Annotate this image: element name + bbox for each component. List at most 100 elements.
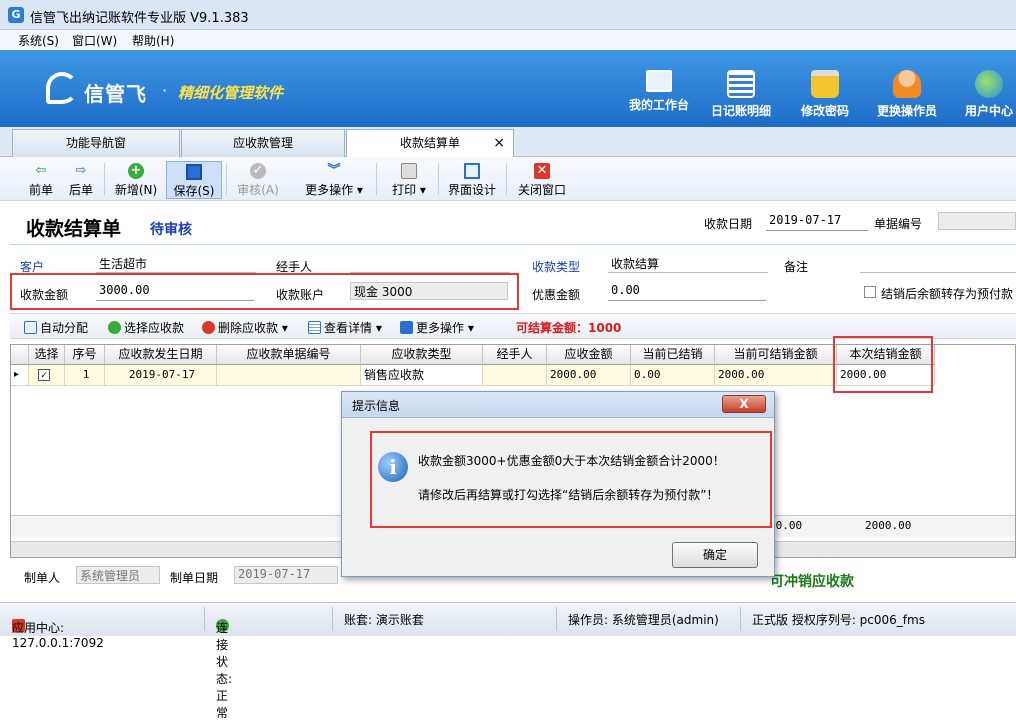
user-center-button[interactable]: 用户中心 [962, 70, 1016, 122]
plus-icon: + [128, 163, 144, 179]
table-cell: 销售应收款 [361, 365, 483, 386]
table-row-checkbox[interactable]: ✓ [29, 365, 65, 386]
view-detail-button[interactable]: 查看详情 ▾ [308, 319, 382, 336]
audit-button[interactable]: ✓ 审核(A) [232, 161, 284, 199]
list-icon [308, 321, 321, 334]
prepay-label: 结销后余额转存为预付款 [881, 287, 1014, 301]
discount-field[interactable]: 0.00 [608, 283, 766, 301]
printer-icon [401, 163, 417, 179]
table-cell [483, 365, 547, 386]
save-button[interactable]: 保存(S) [166, 161, 222, 199]
layout-icon [464, 163, 480, 179]
amount-field[interactable]: 3000.00 [96, 283, 254, 301]
creator-label: 制单人 [24, 571, 61, 585]
highlight-box [833, 336, 933, 393]
divider [10, 244, 1016, 245]
column-header[interactable]: 序号 [65, 345, 105, 365]
status-separator [556, 607, 557, 631]
ok-button[interactable]: 确定 [672, 542, 758, 568]
column-header[interactable]: 应收款单据编号 [217, 345, 361, 365]
column-header[interactable]: 当前已结销 [631, 345, 715, 365]
discount-label: 优惠金额 [532, 288, 581, 302]
print-button[interactable]: 打印 ▾ [384, 161, 434, 199]
remark-label: 备注 [784, 260, 809, 274]
interface-design-button[interactable]: 界面设计 [444, 161, 500, 199]
doc-number-label: 单据编号 [874, 217, 923, 231]
status-badge: 待审核 [150, 222, 192, 238]
main-toolbar: ⇦ 前单 ⇨ 后单 + 新增(N) 保存(S) ✓ 审核(A) ︾ 更多操作 ▾… [0, 157, 1016, 201]
tab-bar: 功能导航窗 应收款管理 收款结算单 × [0, 127, 1016, 158]
receipt-type-label[interactable]: 收款类型 [532, 258, 580, 275]
dialog-title-bar: 提示信息 X [342, 392, 774, 418]
check-icon[interactable]: ✓ [38, 369, 50, 381]
next-doc-button[interactable]: ⇨ 后单 [62, 161, 100, 199]
column-header[interactable]: 应收款发生日期 [105, 345, 217, 365]
status-separator [740, 607, 741, 631]
row-marker: ▸ [11, 365, 29, 386]
toolbar-separator [376, 163, 377, 195]
check-icon: ✓ [250, 163, 266, 179]
creator-field: 系统管理员 [76, 566, 160, 584]
row-header-column [11, 345, 29, 365]
dialog-title: 提示信息 [352, 399, 401, 413]
status-separator [204, 607, 205, 631]
more-actions-button[interactable]: ︾ 更多操作 ▾ [300, 161, 368, 199]
change-operator-button[interactable]: 更换操作员 [872, 70, 942, 122]
close-dialog-button[interactable]: X [722, 395, 766, 413]
column-header[interactable]: 当前可结销金额 [715, 345, 837, 365]
arrow-right-icon: ⇨ [75, 163, 87, 178]
journal-detail-button[interactable]: 日记账明细 [706, 70, 776, 122]
brand-slogan: 精细化管理软件 [178, 84, 284, 102]
prepay-checkbox[interactable] [864, 286, 876, 298]
receipt-date-field[interactable]: 2019-07-17 [766, 213, 868, 231]
toolbar-separator [438, 163, 439, 195]
remark-field[interactable] [860, 255, 1016, 273]
column-header[interactable]: 选择 [29, 345, 65, 365]
close-tab-icon[interactable]: × [493, 130, 505, 156]
status-separator [332, 607, 333, 631]
settleable-amount: 可结算金额：1000 [516, 321, 622, 335]
add-button[interactable]: + 新增(N) [110, 161, 162, 199]
change-password-button[interactable]: 修改密码 [794, 70, 856, 122]
account-field[interactable]: 现金 3000 [350, 282, 508, 300]
brand-name: 信管飞 [84, 82, 147, 106]
tab-navigation[interactable]: 功能导航窗 [12, 129, 180, 157]
grid-icon [24, 321, 37, 334]
select-receivable-button[interactable]: 选择应收款 [108, 319, 184, 336]
more-detail-actions-button[interactable]: 更多操作 ▾ [400, 319, 474, 336]
total-this-time: 2000.00 [865, 519, 912, 532]
delete-icon [202, 321, 215, 334]
title-bar: G 信管飞出纳记账软件专业版 V9.1.383 [0, 0, 1016, 30]
offset-receivable-hint: 可冲销应收款 [770, 574, 854, 590]
receipt-date-label: 收款日期 [704, 217, 753, 231]
page-title: 收款结算单 [26, 218, 122, 240]
menu-system[interactable]: 系统(S) [18, 32, 59, 49]
receipt-type-field[interactable]: 收款结算 [608, 255, 768, 273]
arrow-left-icon: ⇦ [35, 163, 47, 178]
column-header[interactable]: 经手人 [483, 345, 547, 365]
column-header[interactable]: 应收金额 [547, 345, 631, 365]
tab-receipt-settlement[interactable]: 收款结算单 × [346, 129, 514, 158]
plus-icon [108, 321, 121, 334]
workbench-button[interactable]: 我的工作台 [624, 70, 694, 122]
prev-doc-button[interactable]: ⇦ 前单 [22, 161, 60, 199]
double-chevron-down-icon [400, 321, 413, 334]
globe-icon [975, 70, 1003, 98]
customer-field[interactable]: 生活超市 [96, 255, 256, 273]
menu-window[interactable]: 窗口(W) [72, 32, 117, 49]
table-cell: 1 [65, 365, 105, 386]
menu-bar: 系统(S) 窗口(W) 帮助(H) [0, 30, 1016, 50]
account-label: 收款账户 [276, 288, 325, 302]
delete-receivable-button[interactable]: 删除应收款 ▾ [202, 319, 288, 336]
table-cell: 2000.00 [715, 365, 837, 386]
close-window-button[interactable]: ✕ 关闭窗口 [514, 161, 570, 199]
table-cell: 2000.00 [547, 365, 631, 386]
tab-receivables[interactable]: 应收款管理 [181, 129, 345, 157]
column-header[interactable]: 应收款类型 [361, 345, 483, 365]
menu-help[interactable]: 帮助(H) [132, 32, 174, 49]
table-cell: 2019-07-17 [105, 365, 217, 386]
doc-number-field[interactable] [938, 212, 1016, 230]
auto-allocate-button[interactable]: 自动分配 [24, 319, 88, 336]
ledger-icon [727, 70, 755, 98]
handler-field[interactable] [350, 255, 510, 273]
